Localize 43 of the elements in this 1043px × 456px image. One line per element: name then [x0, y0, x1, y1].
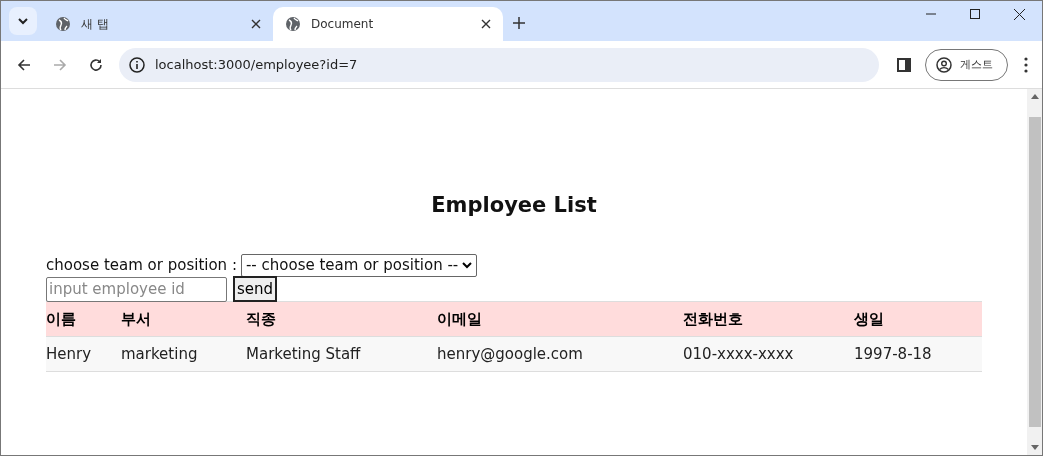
table-cell: Marketing Staff	[246, 345, 361, 363]
column-header: 이메일	[437, 309, 482, 328]
column-header: 생일	[854, 309, 884, 328]
more-menu-icon[interactable]	[1024, 56, 1028, 73]
table-cell: henry@google.com	[437, 345, 583, 363]
close-icon[interactable]	[1014, 8, 1025, 20]
column-header: 직종	[246, 309, 276, 328]
address-bar[interactable]: localhost:3000/employee?id=7	[119, 47, 879, 82]
person-icon	[936, 56, 952, 73]
scroll-down-icon[interactable]	[1030, 445, 1039, 450]
table-cell: Henry	[46, 345, 92, 363]
table-cell: 010-xxxx-xxxx	[683, 345, 794, 363]
maximize-icon[interactable]	[970, 9, 980, 19]
side-panel-icon[interactable]	[897, 57, 911, 72]
chevron-down-icon	[17, 17, 29, 25]
globe-icon	[285, 16, 301, 32]
page-title: Employee List	[430, 193, 598, 217]
tab-search-button[interactable]	[9, 7, 37, 35]
info-icon	[129, 56, 145, 73]
scroll-up-icon[interactable]	[1030, 94, 1039, 99]
profile-button[interactable]: 게스트	[925, 48, 1008, 81]
back-arrow-icon[interactable]	[17, 57, 31, 72]
table-cell: marketing	[121, 345, 198, 363]
reload-icon[interactable]	[89, 57, 103, 72]
column-header: 전화번호	[683, 309, 743, 328]
employee-id-field[interactable]: input employee id	[46, 276, 227, 302]
scrollbar[interactable]	[1027, 89, 1042, 455]
close-icon[interactable]	[251, 19, 261, 29]
browser-tab[interactable]: Document	[273, 7, 503, 41]
tab-title: 새 탭	[81, 15, 110, 33]
filter-label: choose team or position :	[46, 256, 237, 274]
browser-tab[interactable]: 새 탭	[43, 7, 273, 41]
close-icon[interactable]	[481, 19, 491, 29]
column-header: 부서	[121, 309, 151, 328]
scrollbar-thumb[interactable]	[1028, 116, 1041, 427]
column-header: 이름	[46, 309, 76, 328]
globe-icon	[55, 16, 71, 32]
send-button[interactable]: send	[233, 276, 278, 302]
table-cell: 1997-8-18	[854, 345, 932, 363]
team-position-select[interactable]: -- choose team or position --	[240, 253, 478, 277]
chevron-down-icon	[462, 261, 473, 269]
tab-title: Document	[311, 17, 375, 31]
new-tab-icon[interactable]	[513, 17, 525, 29]
